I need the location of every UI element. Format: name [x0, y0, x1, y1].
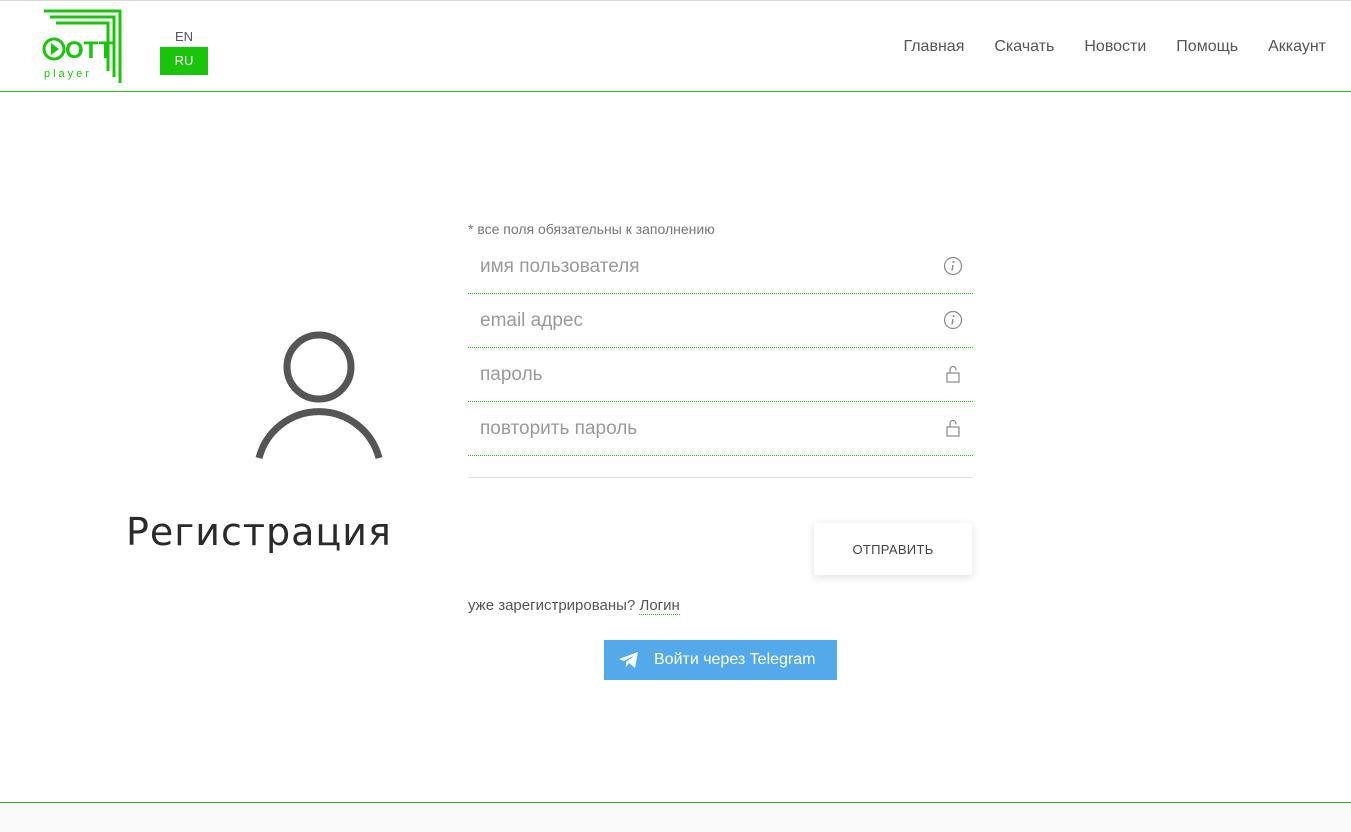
main-nav: Главная Скачать Новости Помощь Аккаунт	[873, 37, 1326, 57]
email-field	[468, 294, 973, 348]
username-field	[468, 240, 973, 294]
language-switcher: EN RU	[160, 27, 208, 75]
lock-icon	[943, 418, 963, 438]
already-registered: уже зарегистрированы? Логин	[468, 597, 680, 615]
password-repeat-input[interactable]	[468, 402, 928, 455]
lang-ru-button[interactable]: RU	[160, 47, 208, 75]
lang-en-button[interactable]: EN	[160, 27, 208, 47]
user-icon	[252, 330, 386, 462]
registration-form: * все поля обязательны к заполнению имя …	[468, 218, 973, 575]
password-input[interactable]	[468, 348, 928, 401]
logo-subtext: player	[44, 68, 92, 80]
lock-icon	[943, 364, 963, 384]
required-note: * все поля обязательны к заполнению	[468, 221, 715, 237]
page-title: Регистрация	[126, 510, 392, 554]
nav-news[interactable]: Новости	[1084, 37, 1146, 57]
username-input[interactable]	[468, 240, 928, 293]
nav-account[interactable]: Аккаунт	[1268, 37, 1326, 57]
nav-home[interactable]: Главная	[903, 37, 964, 57]
telegram-login-label: Войти через Telegram	[654, 651, 816, 668]
password-repeat-field	[468, 402, 973, 456]
telegram-icon	[619, 652, 638, 668]
telegram-login-button[interactable]: Войти через Telegram	[604, 640, 837, 680]
info-icon	[943, 256, 963, 276]
nav-download[interactable]: Скачать	[994, 37, 1054, 57]
site-header: OTT player EN RU Главная Скачать Новости…	[0, 0, 1351, 92]
nav-help[interactable]: Помощь	[1176, 37, 1238, 57]
ott-player-logo[interactable]: OTT player	[38, 7, 128, 87]
email-input[interactable]	[468, 294, 928, 347]
logo-text: OTT	[65, 37, 113, 64]
info-icon	[943, 310, 963, 330]
password-field	[468, 348, 973, 402]
footer	[0, 802, 1351, 832]
already-registered-text: уже зарегистрированы?	[468, 597, 636, 614]
form-divider	[468, 477, 973, 478]
submit-button[interactable]: ОТПРАВИТЬ	[814, 523, 972, 575]
login-link[interactable]: Логин	[639, 597, 680, 615]
